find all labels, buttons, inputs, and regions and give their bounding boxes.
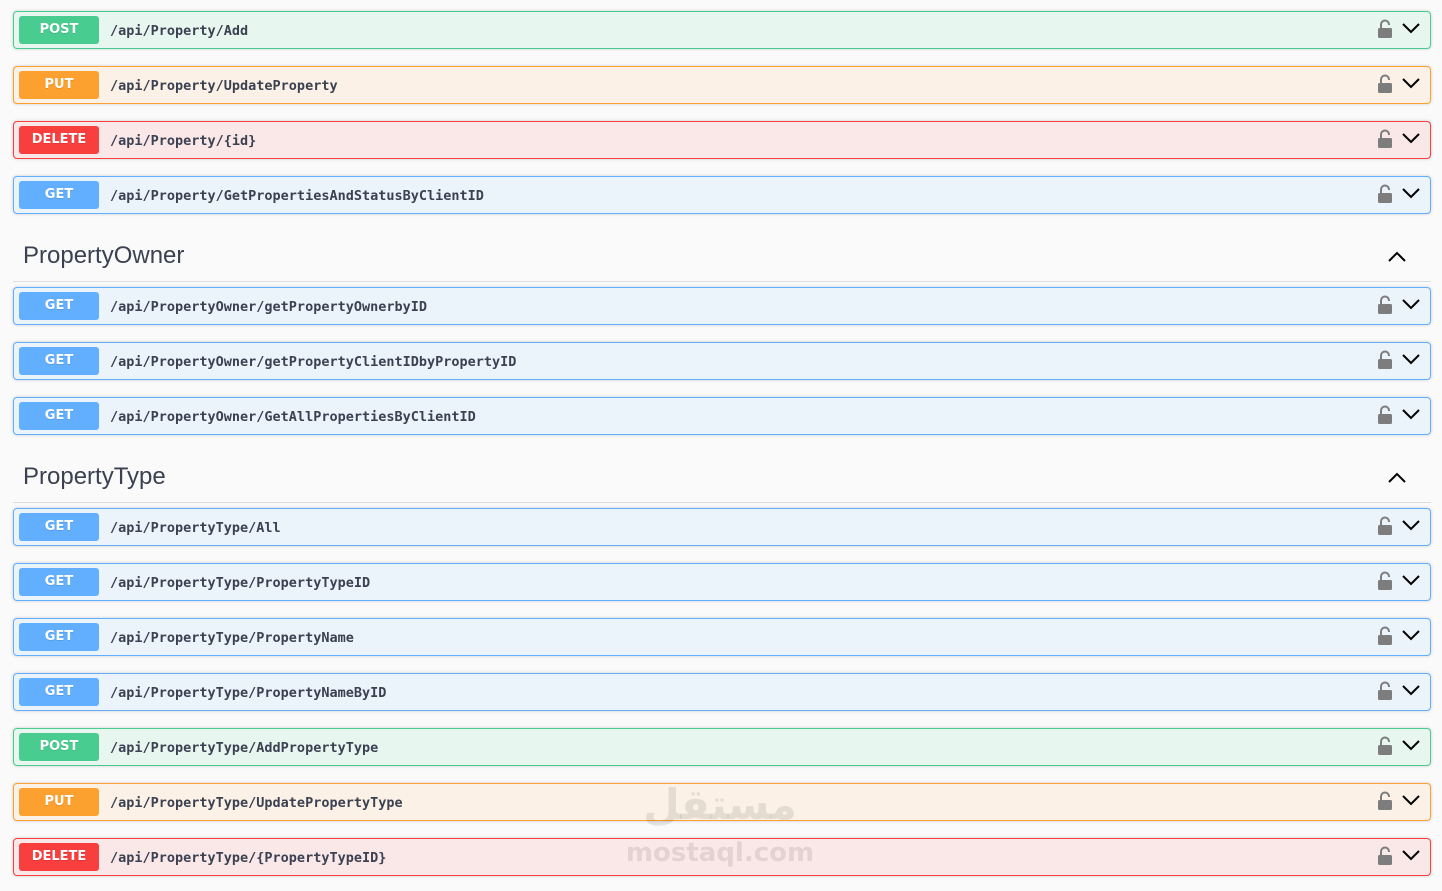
endpoint-path: /api/PropertyOwner/GetAllPropertiesByCli… xyxy=(110,409,476,425)
section-title: PropertyType xyxy=(23,463,166,490)
chevron-down-icon[interactable] xyxy=(1401,738,1421,752)
operation-get-propertytype-all[interactable]: GET /api/PropertyType/All xyxy=(13,508,1431,546)
chevron-down-icon[interactable] xyxy=(1401,407,1421,421)
operation-delete-property[interactable]: DELETE /api/Property/{id} xyxy=(13,121,1431,159)
operation-post-add-propertytype[interactable]: POST /api/PropertyType/AddPropertyType xyxy=(13,728,1431,766)
endpoint-path: /api/PropertyType/PropertyTypeID xyxy=(110,575,371,591)
operation-post-property-add[interactable]: POST /api/Property/Add xyxy=(13,11,1431,49)
operation-get-property-client-id[interactable]: GET /api/PropertyOwner/getPropertyClient… xyxy=(13,342,1431,380)
endpoint-path: /api/PropertyType/PropertyNameByID xyxy=(110,685,387,701)
chevron-down-icon[interactable] xyxy=(1401,793,1421,807)
unlocked-padlock-icon[interactable] xyxy=(1377,129,1393,149)
unlocked-padlock-icon[interactable] xyxy=(1377,74,1393,94)
endpoint-path: /api/PropertyType/AddPropertyType xyxy=(110,740,379,756)
chevron-down-icon[interactable] xyxy=(1401,573,1421,587)
method-badge: GET xyxy=(19,623,99,651)
endpoint-path: /api/PropertyOwner/getPropertyOwnerbyID xyxy=(110,299,427,315)
chevron-down-icon[interactable] xyxy=(1401,21,1421,35)
chevron-down-icon[interactable] xyxy=(1401,352,1421,366)
endpoint-path: /api/Property/UpdateProperty xyxy=(110,78,338,94)
chevron-up-icon[interactable] xyxy=(1387,471,1407,485)
operation-get-properties-and-status[interactable]: GET /api/Property/GetPropertiesAndStatus… xyxy=(13,176,1431,214)
endpoint-path: /api/PropertyType/PropertyName xyxy=(110,630,354,646)
swagger-operations-list: POST /api/Property/Add PUT /api/Property… xyxy=(0,0,1442,891)
unlocked-padlock-icon[interactable] xyxy=(1377,516,1393,536)
unlocked-padlock-icon[interactable] xyxy=(1377,405,1393,425)
method-badge: GET xyxy=(19,513,99,541)
endpoint-path: /api/Property/GetPropertiesAndStatusByCl… xyxy=(110,188,484,204)
chevron-down-icon[interactable] xyxy=(1401,628,1421,642)
unlocked-padlock-icon[interactable] xyxy=(1377,184,1393,204)
method-badge: DELETE xyxy=(19,126,99,154)
operation-put-property-update[interactable]: PUT /api/Property/UpdateProperty xyxy=(13,66,1431,104)
operation-get-property-owner-by-id[interactable]: GET /api/PropertyOwner/getPropertyOwnerb… xyxy=(13,287,1431,325)
unlocked-padlock-icon[interactable] xyxy=(1377,571,1393,591)
method-badge: DELETE xyxy=(19,843,99,871)
unlocked-padlock-icon[interactable] xyxy=(1377,295,1393,315)
method-badge: GET xyxy=(19,678,99,706)
unlocked-padlock-icon[interactable] xyxy=(1377,846,1393,866)
method-badge: GET xyxy=(19,402,99,430)
chevron-down-icon[interactable] xyxy=(1401,848,1421,862)
unlocked-padlock-icon[interactable] xyxy=(1377,791,1393,811)
operation-get-all-properties-by-client[interactable]: GET /api/PropertyOwner/GetAllPropertiesB… xyxy=(13,397,1431,435)
endpoint-path: /api/PropertyType/{PropertyTypeID} xyxy=(110,850,387,866)
endpoint-path: /api/PropertyOwner/getPropertyClientIDby… xyxy=(110,354,517,370)
unlocked-padlock-icon[interactable] xyxy=(1377,19,1393,39)
section-header-propertyowner[interactable]: PropertyOwner xyxy=(13,236,1431,282)
unlocked-padlock-icon[interactable] xyxy=(1377,736,1393,756)
chevron-down-icon[interactable] xyxy=(1401,131,1421,145)
method-badge: POST xyxy=(19,16,99,44)
method-badge: GET xyxy=(19,347,99,375)
method-badge: POST xyxy=(19,733,99,761)
chevron-down-icon[interactable] xyxy=(1401,76,1421,90)
method-badge: GET xyxy=(19,292,99,320)
method-badge: GET xyxy=(19,568,99,596)
method-badge: GET xyxy=(19,181,99,209)
unlocked-padlock-icon[interactable] xyxy=(1377,681,1393,701)
operation-delete-propertytype[interactable]: DELETE /api/PropertyType/{PropertyTypeID… xyxy=(13,838,1431,876)
unlocked-padlock-icon[interactable] xyxy=(1377,626,1393,646)
method-badge: PUT xyxy=(19,71,99,99)
operation-get-propertytype-name-by-id[interactable]: GET /api/PropertyType/PropertyNameByID xyxy=(13,673,1431,711)
chevron-down-icon[interactable] xyxy=(1401,186,1421,200)
chevron-up-icon[interactable] xyxy=(1387,250,1407,264)
method-badge: PUT xyxy=(19,788,99,816)
operation-put-update-propertytype[interactable]: PUT /api/PropertyType/UpdatePropertyType xyxy=(13,783,1431,821)
endpoint-path: /api/PropertyType/UpdatePropertyType xyxy=(110,795,403,811)
operation-get-propertytype-name[interactable]: GET /api/PropertyType/PropertyName xyxy=(13,618,1431,656)
endpoint-path: /api/Property/{id} xyxy=(110,133,257,149)
operation-get-propertytype-id[interactable]: GET /api/PropertyType/PropertyTypeID xyxy=(13,563,1431,601)
endpoint-path: /api/PropertyType/All xyxy=(110,520,281,536)
chevron-down-icon[interactable] xyxy=(1401,518,1421,532)
chevron-down-icon[interactable] xyxy=(1401,683,1421,697)
unlocked-padlock-icon[interactable] xyxy=(1377,350,1393,370)
endpoint-path: /api/Property/Add xyxy=(110,23,249,39)
section-header-propertytype[interactable]: PropertyType xyxy=(13,457,1431,503)
section-title: PropertyOwner xyxy=(23,242,185,269)
chevron-down-icon[interactable] xyxy=(1401,297,1421,311)
